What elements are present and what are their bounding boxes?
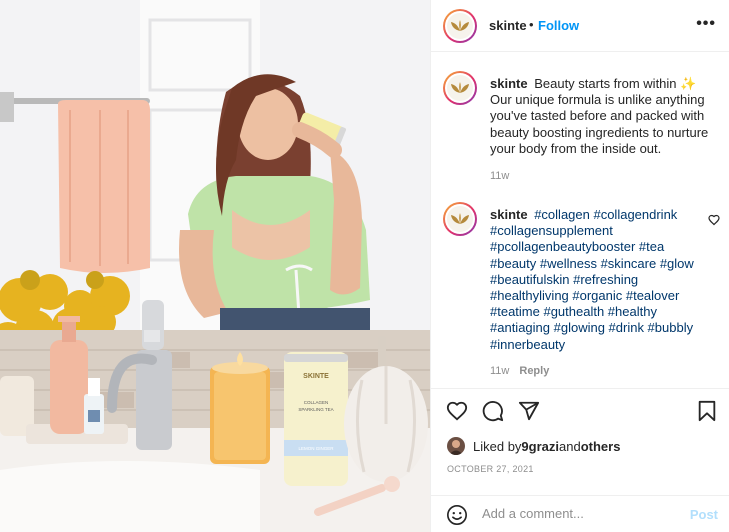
caption-age: 11w [490,170,509,182]
instagram-post: SKINTE COLLAGEN SPARKLING TEA LEMON GING… [0,0,729,532]
likes-summary: Liked by 9grazi and others [447,437,620,455]
like-comment-heart-icon[interactable] [708,214,720,226]
liker-avatar[interactable] [447,437,465,455]
product-brand: SKINTE [303,373,329,380]
profile-avatar[interactable] [443,9,477,43]
reply-button[interactable]: Reply [519,365,549,377]
caption-timestamp[interactable]: 11w [490,170,509,182]
product-line2: SPARKLING TEA [298,407,333,412]
skinte-logo-icon [447,206,473,232]
comment-username[interactable]: skinte [490,207,528,222]
header-separator: • [529,17,534,32]
comment-avatar[interactable] [443,202,477,236]
like-heart-icon[interactable] [445,400,469,422]
comment-bubble-icon[interactable] [481,400,505,422]
post-photo-illustration: SKINTE COLLAGEN SPARKLING TEA LEMON GING… [0,0,430,532]
caption-avatar[interactable] [443,71,477,105]
comment-meta: 11w Reply [490,365,549,377]
comment-input[interactable] [482,506,682,521]
hashtag-comment: skinte #collagen #collagendrink #collage… [490,207,708,353]
post-header: skinte • Follow ••• [431,0,729,52]
caption-text: skinte Beauty starts from within ✨ Our u… [490,76,714,157]
post-date[interactable]: OCTOBER 27, 2021 [447,464,534,474]
emoji-smiley-icon[interactable] [446,504,468,526]
more-options-icon[interactable]: ••• [696,15,716,33]
comment-hashtags[interactable]: #collagen #collagendrink #collagensupple… [490,207,694,352]
add-comment-bar: Post [431,496,729,532]
divider [431,388,729,389]
liker-username[interactable]: 9grazi [521,439,559,454]
likes-others-link[interactable]: others [581,439,621,454]
likes-middle: and [559,438,581,454]
comments-section: skinte Beauty starts from within ✨ Our u… [431,53,729,388]
share-send-icon[interactable] [517,400,541,422]
action-bar [431,392,729,428]
skinte-logo-icon [447,75,473,101]
header-username[interactable]: skinte [489,18,527,33]
post-side-panel: skinte • Follow ••• skinte Beauty starts… [430,0,729,532]
comment-timestamp[interactable]: 11w [490,365,509,377]
follow-button[interactable]: Follow [538,18,579,33]
product-flavor: LEMON GINGER [298,446,334,451]
likes-prefix: Liked by [473,438,522,454]
skinte-logo-icon [447,13,473,39]
save-bookmark-icon[interactable] [697,400,717,422]
post-photo[interactable]: SKINTE COLLAGEN SPARKLING TEA LEMON GING… [0,0,430,532]
post-comment-button[interactable]: Post [690,507,718,522]
product-line1: COLLAGEN [304,400,329,405]
caption-username[interactable]: skinte [490,76,528,91]
